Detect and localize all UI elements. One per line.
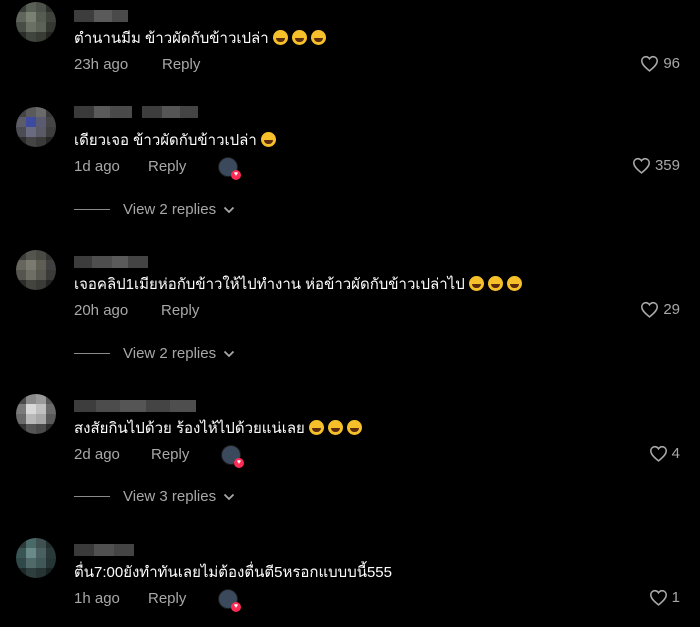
heart-icon bbox=[641, 55, 659, 72]
reply-button[interactable]: Reply bbox=[151, 445, 189, 465]
comment-meta: 1d ago Reply bbox=[74, 157, 186, 177]
grinning-sweat-emoji bbox=[272, 30, 288, 45]
comment-text: เจอคลิป1เมียห่อกับข้าวให้ไปทำงาน ห่อข้าว… bbox=[74, 275, 522, 295]
comment-timestamp: 1d ago bbox=[74, 158, 120, 175]
username-blurred[interactable] bbox=[74, 10, 128, 22]
avatar[interactable] bbox=[16, 538, 56, 578]
username-blurred[interactable] bbox=[74, 256, 148, 268]
rofl-emoji bbox=[308, 420, 324, 435]
avatar[interactable] bbox=[16, 250, 56, 290]
view-replies-button[interactable]: View 2 replies bbox=[74, 201, 235, 218]
like-count: 1 bbox=[671, 589, 680, 606]
grinning-sweat-emoji bbox=[468, 276, 484, 291]
comment-meta: 2d ago Reply bbox=[74, 445, 189, 465]
creator-liked-badge: ♥ bbox=[218, 589, 241, 612]
comment-meta: 1h ago Reply bbox=[74, 589, 186, 609]
chevron-down-icon bbox=[223, 206, 235, 213]
view-replies-button[interactable]: View 2 replies bbox=[74, 345, 235, 362]
comment-text-content: สงสัยกินไปด้วย ร้องไห้ไปด้วยแน่เลย bbox=[74, 420, 305, 437]
comment-meta: 23h ago Reply bbox=[74, 55, 200, 75]
comment-timestamp: 20h ago bbox=[74, 302, 129, 319]
username-blurred[interactable] bbox=[74, 106, 198, 118]
like-button[interactable]: 4 bbox=[649, 445, 680, 462]
like-count: 4 bbox=[671, 445, 680, 462]
grinning-sweat-emoji bbox=[310, 30, 326, 45]
creator-liked-badge: ♥ bbox=[218, 157, 241, 180]
like-count: 96 bbox=[663, 55, 680, 72]
chevron-down-icon bbox=[223, 350, 235, 357]
grinning-sweat-emoji bbox=[506, 276, 522, 291]
avatar[interactable] bbox=[16, 394, 56, 434]
like-button[interactable]: 96 bbox=[640, 55, 680, 72]
view-replies-button[interactable]: View 3 replies bbox=[74, 488, 235, 505]
view-replies-label: View 3 replies bbox=[123, 488, 217, 505]
like-button[interactable]: 359 bbox=[632, 157, 680, 174]
heart-icon bbox=[632, 157, 650, 174]
heart-icon bbox=[649, 445, 667, 462]
reply-button[interactable]: Reply bbox=[161, 301, 199, 321]
like-count: 29 bbox=[663, 301, 680, 318]
comment-text: ตำนานมีม ข้าวผัดกับข้าวเปล่า bbox=[74, 29, 326, 49]
heart-icon: ♥ bbox=[231, 170, 241, 180]
heart-icon bbox=[649, 589, 667, 606]
comment-text-content: ตื่น7:00ยังทำทันเลยไม่ต้องตื่นตี5หรอกแบบ… bbox=[74, 564, 392, 581]
like-button[interactable]: 29 bbox=[640, 301, 680, 318]
comment-timestamp: 23h ago bbox=[74, 56, 129, 73]
reply-button[interactable]: Reply bbox=[162, 55, 200, 75]
creator-liked-badge: ♥ bbox=[221, 445, 244, 468]
like-button[interactable]: 1 bbox=[649, 589, 680, 606]
like-count: 359 bbox=[654, 157, 680, 174]
heart-icon: ♥ bbox=[234, 458, 244, 468]
heart-icon bbox=[641, 301, 659, 318]
rofl-emoji bbox=[327, 420, 343, 435]
username-blurred[interactable] bbox=[74, 544, 134, 556]
username-blurred[interactable] bbox=[74, 400, 196, 412]
comment-text-content: เดียวเจอ ข้าวผัดกับข้าวเปล่า bbox=[74, 132, 257, 149]
divider-line bbox=[74, 209, 110, 210]
comment-text: สงสัยกินไปด้วย ร้องไห้ไปด้วยแน่เลย bbox=[74, 419, 362, 439]
divider-line bbox=[74, 496, 110, 497]
reply-button[interactable]: Reply bbox=[148, 589, 186, 609]
rofl-emoji bbox=[260, 132, 276, 147]
view-replies-label: View 2 replies bbox=[123, 201, 217, 218]
comment-text: เดียวเจอ ข้าวผัดกับข้าวเปล่า bbox=[74, 131, 276, 151]
heart-icon: ♥ bbox=[231, 602, 241, 612]
grinning-sweat-emoji bbox=[291, 30, 307, 45]
rofl-emoji bbox=[346, 420, 362, 435]
avatar[interactable] bbox=[16, 2, 56, 42]
comment-timestamp: 2d ago bbox=[74, 446, 120, 463]
comment-text-content: เจอคลิป1เมียห่อกับข้าวให้ไปทำงาน ห่อข้าว… bbox=[74, 276, 465, 293]
avatar[interactable] bbox=[16, 107, 56, 147]
comment-text: ตื่น7:00ยังทำทันเลยไม่ต้องตื่นตี5หรอกแบบ… bbox=[74, 563, 392, 583]
divider-line bbox=[74, 353, 110, 354]
comment-meta: 20h ago Reply bbox=[74, 301, 199, 321]
grinning-sweat-emoji bbox=[487, 276, 503, 291]
chevron-down-icon bbox=[223, 493, 235, 500]
comment-timestamp: 1h ago bbox=[74, 590, 120, 607]
view-replies-label: View 2 replies bbox=[123, 345, 217, 362]
comment-text-content: ตำนานมีม ข้าวผัดกับข้าวเปล่า bbox=[74, 30, 269, 47]
reply-button[interactable]: Reply bbox=[148, 157, 186, 177]
